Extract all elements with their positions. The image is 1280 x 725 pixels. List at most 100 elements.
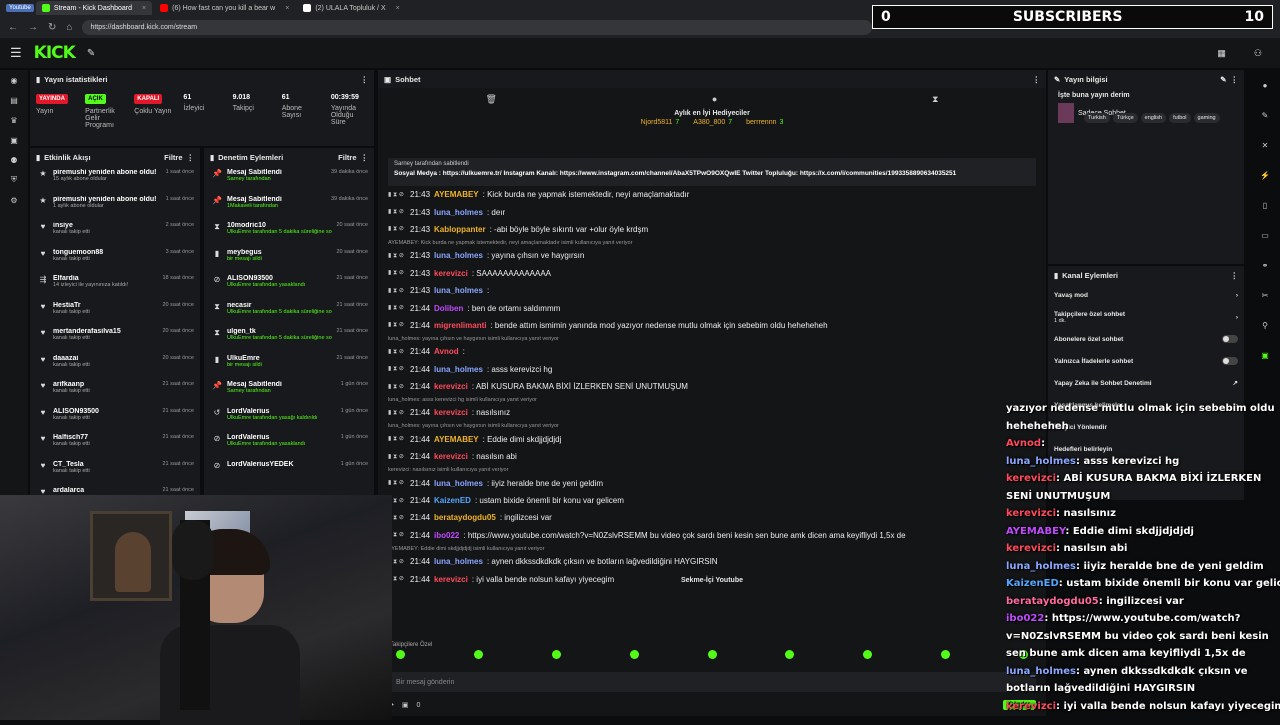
mod-actions-icon[interactable]: ▮ ⧗ ⊘ [388,287,406,295]
tab-youtube-badge[interactable]: Youtube [6,4,34,12]
edit-icon[interactable]: ✎ [1220,75,1226,84]
mod-actions-icon[interactable]: ▮ ⧗ ⊘ [388,208,406,216]
message-username[interactable]: luna_holmes [434,365,483,374]
mod-actions-icon[interactable]: ▮ ⧗ ⊘ [388,409,406,417]
message-username[interactable]: Kabloppanter [434,225,486,234]
more-icon[interactable]: ⋮ [361,153,369,162]
message-username[interactable]: AYEMABEY [434,435,479,444]
tag-chip[interactable]: futbol [1169,113,1191,123]
external-link-icon[interactable]: ↗ [1233,379,1238,387]
share-icon[interactable]: ⚲ [1250,310,1280,340]
channel-action-row[interactable]: Yalnızca İfadelerle sohbet [1048,350,1244,372]
message-username[interactable]: ibo022 [434,531,459,540]
close-icon[interactable]: ✕ [1250,130,1280,160]
mod-actions-icon[interactable]: ▮ ⧗ ⊘ [388,191,406,199]
event-feed-filter[interactable]: Filtre [164,153,182,162]
item-name[interactable]: piremushi yeniden abone oldu! [53,169,161,176]
mod-actions-icon[interactable]: ▮ ⧗ ⊘ [388,321,406,329]
emote-icon[interactable] [785,650,795,659]
pencil-icon[interactable]: ✎ [1250,100,1280,130]
item-name[interactable]: arifkaanp [53,381,158,388]
link-icon[interactable]: ⚭ [1250,250,1280,280]
mod-actions-icon[interactable]: ▮ ⧗ ⊘ [388,383,406,391]
reload-icon[interactable]: ↻ [48,22,56,33]
message-username[interactable]: AYEMABEY [434,190,479,199]
back-icon[interactable]: ← [8,22,18,33]
item-name[interactable]: UlkuEmre [227,355,332,362]
item-name[interactable]: Mesaj Sabitlendi [227,169,326,176]
mod-actions-icon[interactable]: ▮ ⧗ ⊘ [388,453,406,461]
more-icon[interactable]: ⋮ [1231,271,1239,280]
emote-icon[interactable] [551,650,561,659]
mod-actions-icon[interactable]: ▮ ⧗ ⊘ [388,365,406,373]
channel-action-row[interactable]: Takipçilere özel sohbet 1 dk. › [1048,306,1244,328]
item-name[interactable]: daaazai [53,355,158,362]
user-icon[interactable]: ⚇ [1254,48,1262,59]
settings-icon[interactable]: ⚙ [0,190,28,210]
mod-actions-icon[interactable]: ▮ ⧗ ⊘ [388,252,406,260]
mod-actions-icon[interactable]: ▮ ⧗ ⊘ [388,435,406,443]
tag-chip[interactable]: english [1140,113,1167,123]
more-icon[interactable]: ⋮ [1033,75,1041,84]
home-icon[interactable]: ⌂ [66,22,72,33]
item-name[interactable]: LordValerius [227,408,336,415]
item-name[interactable]: piremushi yeniden abone oldu! [53,196,161,203]
item-name[interactable]: necasir [227,302,332,309]
item-name[interactable]: tonguemoon88 [53,249,161,256]
channel-action-row[interactable]: Abonelere özel sohbet [1048,328,1244,350]
close-icon[interactable]: × [285,5,289,12]
item-name[interactable]: ardalarca [53,487,158,494]
mod-actions-icon[interactable]: ▮ ⧗ ⊘ [388,269,406,277]
emote-icon[interactable] [941,650,951,659]
forward-icon[interactable]: → [28,22,38,33]
message-username[interactable]: luna_holmes [434,208,483,217]
more-icon[interactable]: ⋮ [361,75,369,84]
emote-icon[interactable] [863,650,873,659]
channel-action-row[interactable]: Yapay Zeka ile Sohbet Denetimi ↗ [1048,372,1244,394]
browser-tab[interactable]: Stream - Kick Dashboard × [35,1,153,15]
users-icon[interactable]: ⚉ [0,150,28,170]
item-name[interactable]: Mesaj Sabitlendi [227,381,336,388]
message-username[interactable]: kerevizci [434,382,468,391]
item-name[interactable]: ulgen_tk [227,328,332,335]
mod-actions-icon[interactable]: ▮ ⧗ ⊘ [388,348,406,356]
item-name[interactable]: ALISON93500 [53,408,158,415]
dashboard-icon[interactable]: ▤ [0,90,28,110]
item-name[interactable]: meybegus [227,249,332,256]
gifter-name[interactable]: berrrennn [746,119,776,126]
message-username[interactable]: KaizenED [434,496,471,505]
close-icon[interactable]: × [142,5,146,12]
message-username[interactable]: berataydogdu05 [434,513,496,522]
trash-icon[interactable]: ▯ [1250,190,1280,220]
item-name[interactable]: LordValerius [227,434,336,441]
message-username[interactable]: kerevizci [434,408,468,417]
more-icon[interactable]: ⋮ [187,153,195,162]
toggle-switch[interactable] [1222,335,1238,343]
gifter-name[interactable]: Njord5811 [641,119,673,126]
emote-icon[interactable] [629,650,639,659]
close-icon[interactable]: × [396,5,400,12]
emote-icon[interactable] [707,650,717,659]
chat-input[interactable]: Bir mesaj gönderin [388,672,1036,692]
item-name[interactable]: Elfardia [53,275,158,282]
tag-chip[interactable]: gaming [1193,113,1220,123]
message-username[interactable]: luna_holmes [434,557,483,566]
url-input[interactable]: https://dashboard.kick.com/stream [82,19,873,35]
browser-tab[interactable]: (2) ULALA Topluluk / X × [297,1,405,15]
wrench-icon[interactable]: ✂ [1250,280,1280,310]
item-name[interactable]: ALISON93500 [227,275,332,282]
gifter-name[interactable]: A380_800 [693,119,725,126]
stream-icon[interactable]: ◉ [0,70,28,90]
message-username[interactable]: kerevizci [434,269,468,278]
item-name[interactable]: Mesaj Sabitlendi [227,196,326,203]
hourglass-icon[interactable]: ⧗ [932,94,938,105]
message-username[interactable]: luna_holmes [434,479,483,488]
message-username[interactable]: migrenlimanti [434,321,486,330]
message-username[interactable]: luna_holmes [434,251,483,260]
chevron-right-icon[interactable]: › [1236,292,1238,299]
message-username[interactable]: Avnod [434,347,459,356]
item-name[interactable]: CT_Tesla [53,461,158,468]
item-name[interactable]: insiye [53,222,161,229]
trophy-icon[interactable]: ♛ [0,110,28,130]
chevron-right-icon[interactable]: › [1236,314,1238,321]
